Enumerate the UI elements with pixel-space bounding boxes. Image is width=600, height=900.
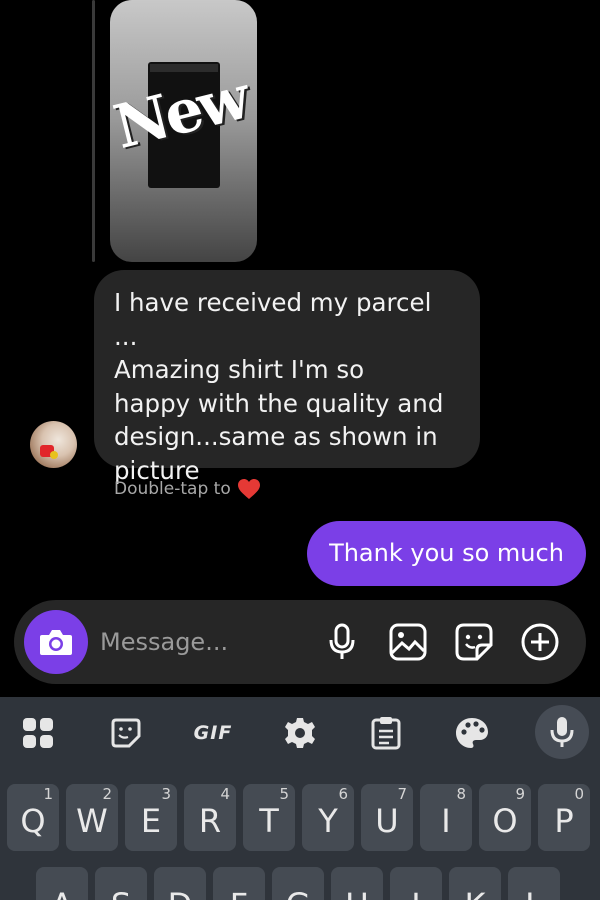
add-button[interactable] xyxy=(520,622,560,662)
key-p[interactable]: P0 xyxy=(538,784,590,851)
microphone-icon xyxy=(550,717,574,747)
gif-icon: GIF xyxy=(193,722,233,744)
theme-button[interactable] xyxy=(452,713,492,753)
message-composer xyxy=(14,600,586,684)
key-number: 9 xyxy=(515,785,525,803)
key-y[interactable]: Y6 xyxy=(302,784,354,851)
key-k[interactable]: K xyxy=(449,867,501,900)
message-line: design...same as shown in xyxy=(114,422,438,451)
message-line: I have received my parcel ... xyxy=(114,288,432,351)
key-letter: W xyxy=(76,802,108,840)
key-t[interactable]: T5 xyxy=(243,784,295,851)
avatar-detail xyxy=(50,451,58,459)
sticker-icon xyxy=(111,718,141,748)
microphone-button[interactable] xyxy=(322,622,362,662)
sticker-button[interactable] xyxy=(454,622,494,662)
key-number: 4 xyxy=(220,785,230,803)
key-number: 1 xyxy=(43,785,53,803)
avatar[interactable] xyxy=(30,421,77,468)
key-number: 7 xyxy=(397,785,407,803)
key-letter: Y xyxy=(318,802,338,840)
keyboard-sticker-button[interactable] xyxy=(106,713,146,753)
shared-story-image[interactable]: New xyxy=(110,0,257,262)
key-u[interactable]: U7 xyxy=(361,784,413,851)
add-circle-icon xyxy=(521,623,559,661)
key-number: 0 xyxy=(574,785,584,803)
key-a[interactable]: A xyxy=(36,867,88,900)
key-letter: Q xyxy=(20,802,46,840)
voice-input-button[interactable] xyxy=(535,705,589,759)
apps-button[interactable] xyxy=(18,713,58,753)
double-tap-label: Double-tap to xyxy=(114,479,231,499)
key-r[interactable]: R4 xyxy=(184,784,236,851)
key-letter: I xyxy=(441,802,451,840)
key-number: 2 xyxy=(102,785,112,803)
clipboard-button[interactable] xyxy=(366,713,406,753)
key-letter: E xyxy=(140,802,162,840)
key-q[interactable]: Q1 xyxy=(7,784,59,851)
key-letter: U xyxy=(375,802,399,840)
received-message-bubble[interactable]: I have received my parcel ... Amazing sh… xyxy=(94,270,480,485)
palette-icon xyxy=(456,718,488,748)
key-number: 8 xyxy=(456,785,466,803)
key-letter: P xyxy=(554,802,574,840)
microphone-icon xyxy=(329,623,355,659)
key-j[interactable]: J xyxy=(390,867,442,900)
sticker-icon xyxy=(455,623,493,661)
key-l[interactable]: L xyxy=(508,867,560,900)
key-letter: T xyxy=(259,802,279,840)
settings-button[interactable] xyxy=(280,713,320,753)
key-s[interactable]: S xyxy=(95,867,147,900)
key-w[interactable]: W2 xyxy=(66,784,118,851)
settings-gear-icon xyxy=(285,718,315,748)
key-d[interactable]: D xyxy=(154,867,206,900)
key-i[interactable]: I8 xyxy=(420,784,472,851)
reply-indicator-bar xyxy=(92,0,95,262)
key-letter: R xyxy=(198,802,222,840)
key-number: 3 xyxy=(161,785,171,803)
camera-button[interactable] xyxy=(24,610,88,674)
gif-button[interactable]: GIF xyxy=(190,713,236,753)
story-text-overlay: New xyxy=(110,62,254,164)
clipboard-icon xyxy=(371,717,401,750)
message-line: Amazing shirt I'm so xyxy=(114,355,365,384)
camera-icon xyxy=(40,630,72,655)
key-g[interactable]: G xyxy=(272,867,324,900)
sent-message-bubble[interactable]: Thank you so much xyxy=(307,521,586,586)
double-tap-hint: Double-tap to xyxy=(114,478,261,500)
apps-grid-icon xyxy=(23,718,53,748)
message-line: happy with the quality and xyxy=(114,388,444,418)
key-e[interactable]: E3 xyxy=(125,784,177,851)
keyboard: G I F Q 1 W 2 E 3 R 4 T 5 Y 6 U 7 I 8 O 9 … xyxy=(0,697,600,900)
key-o[interactable]: O9 xyxy=(479,784,531,851)
key-letter: O xyxy=(492,802,518,840)
gallery-icon xyxy=(389,623,427,661)
key-number: 5 xyxy=(279,785,289,803)
gallery-button[interactable] xyxy=(388,622,428,662)
key-number: 6 xyxy=(338,785,348,803)
key-f[interactable]: F xyxy=(213,867,265,900)
heart-icon xyxy=(237,479,260,499)
keyboard-toolbar: GIF xyxy=(0,697,600,773)
message-input[interactable] xyxy=(100,620,300,664)
key-h[interactable]: H xyxy=(331,867,383,900)
